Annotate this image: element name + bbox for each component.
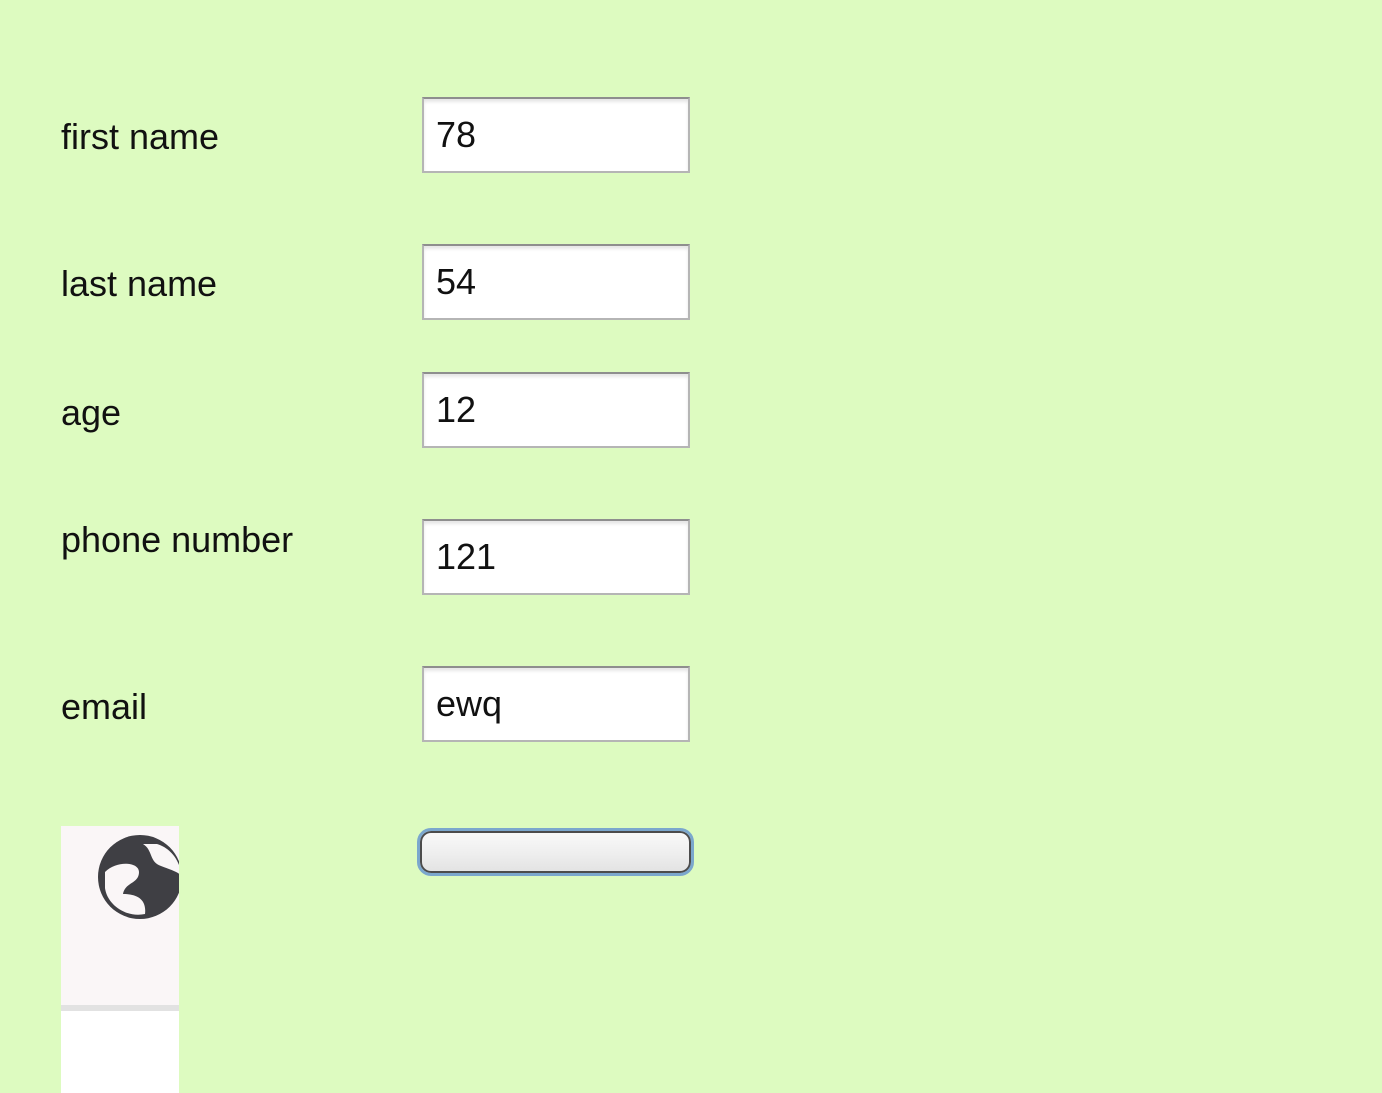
phone-number-label: phone number [61, 519, 294, 560]
last-name-label: last name [61, 263, 218, 304]
first-name-label: first name [61, 116, 220, 157]
email-label: email [61, 686, 148, 727]
last-name-input[interactable] [422, 244, 690, 320]
broken-image-tile [61, 826, 179, 1006]
globe-icon [98, 835, 179, 919]
phone-number-input[interactable] [422, 519, 690, 595]
first-name-input[interactable] [422, 97, 690, 173]
email-input[interactable] [422, 666, 690, 742]
age-label: age [61, 392, 122, 433]
submit-button[interactable] [417, 828, 694, 876]
age-input[interactable] [422, 372, 690, 448]
image-placeholder [61, 1011, 179, 1093]
